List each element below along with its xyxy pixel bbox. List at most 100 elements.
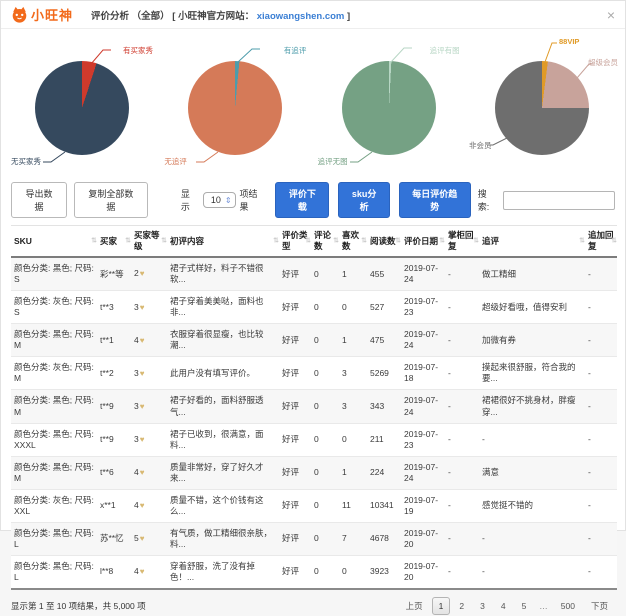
heart-icon: ♥	[140, 402, 145, 411]
buyer-level-cell: 3♥	[131, 390, 167, 423]
col-likes[interactable]: 喜欢数⇅	[339, 226, 367, 258]
page-size-value: 10	[211, 195, 221, 205]
buyer-level-cell: 4♥	[131, 324, 167, 357]
table-row[interactable]: 颜色分类: 灰色; 尺码: M t**2 3♥ 此用户没有填写评价。 好评 0 …	[11, 357, 617, 390]
review-date-cell: 2019-07-24	[401, 324, 445, 357]
official-site-link[interactable]: xiaowangshen.com	[257, 11, 345, 22]
table-row[interactable]: 颜色分类: 黑色; 尺码: M t**1 4♥ 衣服穿着很显瘦，也比较潮... …	[11, 324, 617, 357]
pie-label: 有追评	[284, 45, 307, 56]
table-row[interactable]: 颜色分类: 黑色; 尺码: M t**6 4♥ 质量非常好，穿了好久才来... …	[11, 456, 617, 489]
logo-text: 小旺神	[31, 5, 73, 24]
page-button-1[interactable]: 1	[432, 597, 451, 615]
col-follow-reply[interactable]: 追加回复⇅	[585, 226, 617, 258]
follow-review-cell: 感觉挺不错的	[479, 489, 585, 522]
table-row[interactable]: 颜色分类: 黑色; 尺码: XXXL t**9 3♥ 裙子已收到，很满意，面料.…	[11, 423, 617, 456]
col-reads[interactable]: 阅读数⇅	[367, 226, 401, 258]
comments-count-cell: 0	[311, 522, 339, 555]
review-date-cell: 2019-07-23	[401, 291, 445, 324]
page-size-select[interactable]: 10 ⇕	[203, 192, 236, 208]
sku-cell: 颜色分类: 黑色; 尺码: S	[11, 257, 97, 291]
sku-cell: 颜色分类: 灰色; 尺码: S	[11, 291, 97, 324]
col-sku[interactable]: SKU⇅	[11, 226, 97, 258]
table-row[interactable]: 颜色分类: 灰色; 尺码: XXL x**1 4♥ 质量不错，这个价钱有这么..…	[11, 489, 617, 522]
logo-mascot-icon	[11, 6, 28, 23]
follow-review-cell: 超级好看哦，值得安利	[479, 291, 585, 324]
table-row[interactable]: 颜色分类: 黑色; 尺码: S 彩**等 2♥ 裙子式样好，料子不错很软... …	[11, 257, 617, 291]
review-content-cell: 裙子穿着美美哒，面料也非...	[167, 291, 279, 324]
copy-all-data-button[interactable]: 复制全部数据	[74, 182, 148, 218]
buyer-level-cell: 2♥	[131, 257, 167, 291]
page-button-500[interactable]: 500	[554, 597, 582, 615]
page-button-3[interactable]: 3	[473, 597, 492, 615]
col-date[interactable]: 评价日期⇅	[401, 226, 445, 258]
review-content-cell: 有气质，做工精细很亲肤，料...	[167, 522, 279, 555]
shop-reply-cell: -	[445, 555, 479, 589]
window-title: 评价分析 （全部） [ 小旺神官方网站： xiaowangshen.com ]	[91, 8, 350, 22]
comments-count-cell: 0	[311, 257, 339, 291]
likes-count-cell: 3	[339, 357, 367, 390]
footer: 显示第 1 至 10 项结果，共 5,000 项 上页 1 2 3 4 5 … …	[1, 590, 625, 616]
prev-page-button[interactable]: 上页	[399, 596, 430, 616]
search-label: 搜索:	[478, 187, 498, 213]
likes-count-cell: 0	[339, 555, 367, 589]
follow-reply-cell: -	[585, 456, 617, 489]
col-buyer-level[interactable]: 买家等级⇅	[131, 226, 167, 258]
reviews-table: SKU⇅ 买家⇅ 买家等级⇅ 初评内容⇅ 评价类型⇅ 评论数⇅ 喜欢数⇅ 阅读数…	[11, 225, 617, 590]
review-content-cell: 此用户没有填写评价。	[167, 357, 279, 390]
toolbar: 导出数据 复制全部数据 显示 10 ⇕ 项结果 评价下载 sku分析 每日评价趋…	[1, 177, 625, 225]
sku-cell: 颜色分类: 黑色; 尺码: M	[11, 456, 97, 489]
comments-count-cell: 0	[311, 291, 339, 324]
review-content-cell: 衣服穿着很显瘦，也比较潮...	[167, 324, 279, 357]
window-title-suffix: ]	[344, 11, 350, 22]
comments-count-cell: 0	[311, 324, 339, 357]
close-icon[interactable]: ×	[607, 8, 615, 22]
table-row[interactable]: 颜色分类: 黑色; 尺码: L 苏**忆 5♥ 有气质，做工精细很亲肤，料...…	[11, 522, 617, 555]
table-row[interactable]: 颜色分类: 黑色; 尺码: L l**8 4♥ 穿着舒服，洗了没有掉色！... …	[11, 555, 617, 589]
buyer-level-cell: 4♥	[131, 456, 167, 489]
comments-count-cell: 0	[311, 390, 339, 423]
review-content-cell: 穿着舒服，洗了没有掉色！...	[167, 555, 279, 589]
col-shop-reply[interactable]: 掌柜回复⇅	[445, 226, 479, 258]
sku-analysis-button[interactable]: sku分析	[338, 182, 389, 218]
search-input[interactable]	[503, 191, 615, 210]
daily-trend-button[interactable]: 每日评价趋势	[399, 182, 471, 218]
shop-reply-cell: -	[445, 456, 479, 489]
col-follow-review[interactable]: 追评⇅	[479, 226, 585, 258]
heart-icon: ♥	[140, 369, 145, 378]
review-analysis-window: 小旺神 评价分析 （全部） [ 小旺神官方网站： xiaowangshen.co…	[0, 0, 626, 531]
next-page-button[interactable]: 下页	[584, 596, 615, 616]
follow-review-cell: 摸起来很舒服，符合我的要...	[479, 357, 585, 390]
pie-chart-follow-review: 有追评 无追评	[160, 35, 312, 177]
table-row[interactable]: 颜色分类: 黑色; 尺码: M t**9 3♥ 裙子好看的，面料舒服透气... …	[11, 390, 617, 423]
reads-count-cell: 455	[367, 257, 401, 291]
review-download-button[interactable]: 评价下载	[275, 182, 329, 218]
shop-reply-cell: -	[445, 257, 479, 291]
col-review-type[interactable]: 评价类型⇅	[279, 226, 311, 258]
review-type-cell: 好评	[279, 324, 311, 357]
buyer-cell: t**1	[97, 324, 131, 357]
follow-reply-cell: -	[585, 390, 617, 423]
export-data-button[interactable]: 导出数据	[11, 182, 67, 218]
sort-icon[interactable]: ⇅	[611, 237, 617, 246]
buyer-cell: x**1	[97, 489, 131, 522]
likes-count-cell: 11	[339, 489, 367, 522]
buyer-cell: t**2	[97, 357, 131, 390]
review-type-cell: 好评	[279, 555, 311, 589]
review-type-cell: 好评	[279, 489, 311, 522]
shop-reply-cell: -	[445, 291, 479, 324]
reads-count-cell: 3923	[367, 555, 401, 589]
follow-reply-cell: -	[585, 324, 617, 357]
col-buyer[interactable]: 买家⇅	[97, 226, 131, 258]
page-button-4[interactable]: 4	[494, 597, 513, 615]
col-review[interactable]: 初评内容⇅	[167, 226, 279, 258]
table-row[interactable]: 颜色分类: 灰色; 尺码: S t**3 3♥ 裙子穿着美美哒，面料也非... …	[11, 291, 617, 324]
page-button-2[interactable]: 2	[452, 597, 471, 615]
reads-count-cell: 527	[367, 291, 401, 324]
page-button-5[interactable]: 5	[515, 597, 534, 615]
page-size-prefix: 显示	[181, 187, 199, 213]
review-date-cell: 2019-07-20	[401, 555, 445, 589]
col-comments[interactable]: 评论数⇅	[311, 226, 339, 258]
page-size-group: 显示 10 ⇕ 项结果	[181, 187, 267, 213]
buyer-level-cell: 4♥	[131, 489, 167, 522]
reads-count-cell: 343	[367, 390, 401, 423]
